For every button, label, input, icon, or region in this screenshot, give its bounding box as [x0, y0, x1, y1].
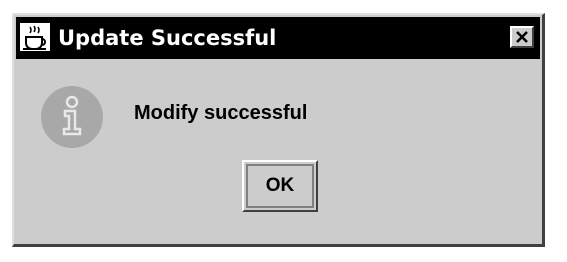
close-icon: [516, 31, 528, 43]
info-icon: [40, 85, 104, 149]
title-bar[interactable]: Update Successful: [16, 17, 540, 59]
ok-button-label: OK: [265, 175, 295, 196]
update-successful-dialog: Update Successful Modify successful OK: [12, 13, 545, 247]
ok-button[interactable]: OK: [242, 160, 318, 212]
window-title: Update Successful: [58, 26, 277, 50]
java-cup-icon: [20, 23, 50, 51]
dialog-message: Modify successful: [134, 102, 308, 124]
close-button[interactable]: [510, 26, 534, 48]
